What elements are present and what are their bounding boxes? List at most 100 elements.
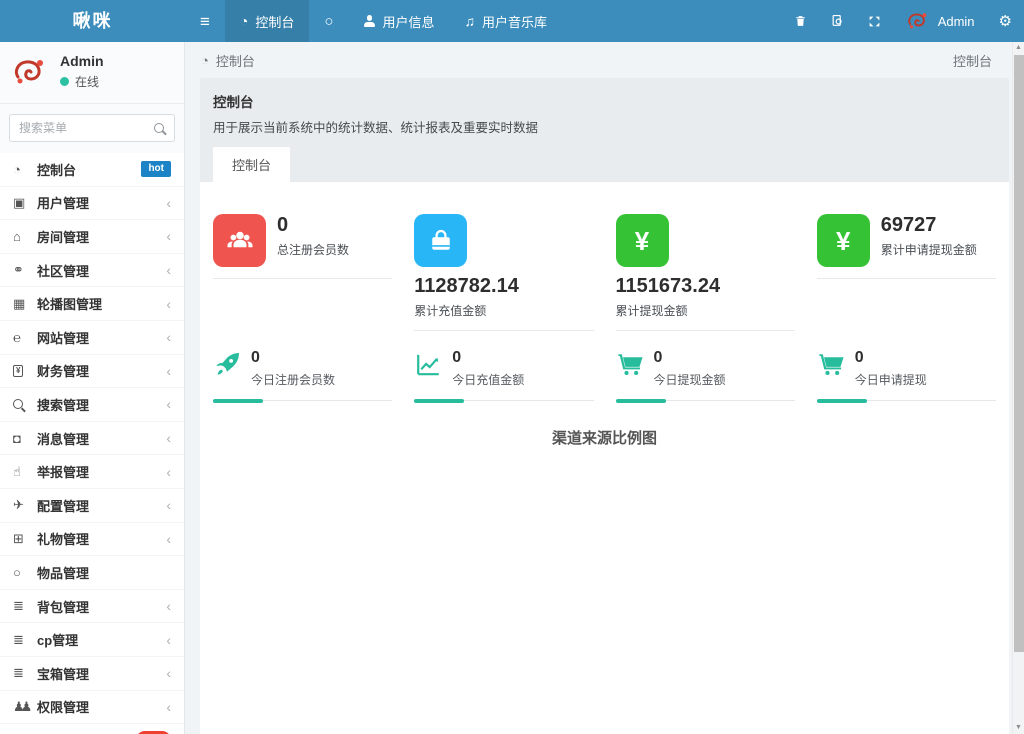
- chevron-icon: ‹: [166, 329, 171, 345]
- primary-stats-row: 0 总注册会员数: [213, 214, 996, 331]
- sidebar-item-dashboard[interactable]: ◔ 控制台 hot: [0, 153, 184, 187]
- top-navbar: 啾咪 ≡ ◔ 控制台 ○ 用户信息 ♫ 用户音乐库 Admin: [0, 0, 1024, 42]
- nav-circle-button[interactable]: ○: [309, 0, 348, 42]
- internet-icon: ℮: [13, 330, 37, 345]
- user-name: Admin: [938, 14, 975, 29]
- stat-value: 0: [277, 214, 349, 236]
- sidebar-item-config[interactable]: ✈ 配置管理 ‹: [0, 489, 184, 523]
- fullscreen-button[interactable]: [856, 15, 893, 28]
- stat-total-members: 0 总注册会员数: [213, 214, 392, 331]
- cart-icon: [817, 350, 846, 379]
- plane-icon: ✈: [13, 497, 37, 513]
- sidebar-item-cp[interactable]: ≣ cp管理 ‹: [0, 623, 184, 657]
- sidebar-item-backpack[interactable]: ≣ 背包管理 ‹: [0, 590, 184, 624]
- online-status: 在线: [60, 73, 104, 90]
- chevron-icon: ‹: [166, 296, 171, 312]
- users-icon: [213, 214, 266, 267]
- stat-label: 累计申请提现金额: [881, 241, 977, 258]
- nav-tab-user-music[interactable]: ♫ 用户音乐库: [449, 0, 562, 42]
- panel-body: 0 总注册会员数: [200, 182, 1009, 734]
- sidebar-item-website[interactable]: ℮ 网站管理 ‹: [0, 321, 184, 355]
- stat-total-withdraw-apply: ¥ 69727 累计申请提现金额: [817, 214, 996, 331]
- expand-icon: [868, 15, 881, 28]
- search-icon: [13, 399, 37, 409]
- stat-value: 1151673.24: [616, 275, 795, 297]
- tab-bar: 控制台: [213, 147, 996, 182]
- nav-tab-user-info[interactable]: 用户信息: [348, 0, 449, 42]
- sidebar-menu: ◔ 控制台 hot ▣ 用户管理 ‹ ⌂ 房间管理 ‹ ⚭ 社区管理 ‹ ▦ 轮…: [0, 153, 184, 734]
- progress-bar: [213, 398, 392, 401]
- chevron-icon: ‹: [166, 531, 171, 547]
- sidebar-item-users[interactable]: ▣ 用户管理 ‹: [0, 187, 184, 221]
- cache-button[interactable]: [819, 14, 856, 28]
- stat-label: 累计提现金额: [616, 302, 795, 319]
- sidebar-item-permissions[interactable]: ♟♟ 权限管理 ‹: [0, 691, 184, 725]
- sidebar-item-carousel[interactable]: ▦ 轮播图管理 ‹: [0, 287, 184, 321]
- nav-tab-dashboard[interactable]: ◔ 控制台: [225, 0, 309, 42]
- sidebar-item-reports[interactable]: ☝ 举报管理 ‹: [0, 455, 184, 489]
- sidebar-item-finance[interactable]: ¥ 财务管理 ‹: [0, 355, 184, 389]
- brand-logo[interactable]: 啾咪: [0, 0, 185, 42]
- stat-label: 今日注册会员数: [251, 371, 335, 388]
- hamburger-icon: ≡: [200, 13, 210, 30]
- divider: [817, 278, 996, 279]
- sidebar-item-community[interactable]: ⚭ 社区管理 ‹: [0, 254, 184, 288]
- sidebar-item-plugins[interactable]: ➤ 插件管理 new: [0, 724, 184, 734]
- line-chart-icon: [414, 350, 443, 379]
- settings-button[interactable]: ⚙: [987, 14, 1024, 29]
- trash-button[interactable]: [782, 14, 819, 28]
- message-icon: ◘: [13, 431, 37, 446]
- list-icon: ≣: [13, 632, 37, 648]
- yen-icon: ¥: [817, 214, 870, 267]
- user-menu[interactable]: Admin: [893, 10, 987, 32]
- trash-icon: [794, 14, 807, 28]
- chevron-icon: ‹: [166, 497, 171, 513]
- stat-label: 今日申请提现: [855, 371, 927, 388]
- secondary-stats-row: 0 今日注册会员数 0: [213, 350, 996, 401]
- stat-label: 今日提现金额: [654, 371, 726, 388]
- sidebar-toggle-button[interactable]: ≡: [185, 0, 225, 42]
- bank-icon: ⌂: [13, 229, 37, 244]
- scroll-down-arrow[interactable]: ▼: [1013, 722, 1024, 734]
- motorcycle-icon: ⚭: [13, 262, 37, 278]
- chart-area: [213, 448, 996, 734]
- sidebar-item-items[interactable]: ○ 物品管理: [0, 556, 184, 590]
- divider: [213, 278, 392, 279]
- chevron-icon: ‹: [166, 228, 171, 244]
- stat-value: 0: [251, 350, 335, 366]
- scroll-up-arrow[interactable]: ▲: [1013, 42, 1024, 54]
- cogs-icon: ⚙: [999, 14, 1012, 29]
- tab-dashboard[interactable]: 控制台: [213, 147, 290, 182]
- dashboard-icon: ◔: [201, 53, 209, 68]
- search-icon[interactable]: [154, 123, 164, 133]
- search-input[interactable]: [9, 114, 175, 142]
- chevron-icon: ‹: [166, 396, 171, 412]
- sidebar-user-name: Admin: [60, 53, 104, 69]
- music-icon: ♫: [464, 14, 475, 28]
- user-icon: [363, 15, 375, 27]
- sidebar-item-search[interactable]: 搜索管理 ‹: [0, 388, 184, 422]
- stat-label: 累计充值金额: [414, 302, 593, 319]
- chevron-icon: ‹: [166, 430, 171, 446]
- progress-bar: [414, 398, 593, 401]
- sidebar-item-treasure[interactable]: ≣ 宝箱管理 ‹: [0, 657, 184, 691]
- online-dot-icon: [60, 77, 69, 86]
- sidebar-item-messages[interactable]: ◘ 消息管理 ‹: [0, 422, 184, 456]
- stat-today-members: 0 今日注册会员数: [213, 350, 392, 401]
- sidebar-item-gifts[interactable]: ⊞ 礼物管理 ‹: [0, 523, 184, 557]
- scrollbar-thumb[interactable]: [1014, 55, 1024, 652]
- list-icon: ≣: [13, 598, 37, 614]
- chart-title: 渠道来源比例图: [213, 427, 996, 448]
- sidebar-item-rooms[interactable]: ⌂ 房间管理 ‹: [0, 220, 184, 254]
- chevron-icon: ‹: [166, 195, 171, 211]
- stat-value: 0: [452, 350, 524, 366]
- vertical-scrollbar[interactable]: ▲ ▼: [1012, 42, 1024, 734]
- breadcrumb-current[interactable]: ◔ 控制台: [201, 51, 255, 70]
- page-description: 用于展示当前系统中的统计数据、统计报表及重要实时数据: [213, 117, 996, 136]
- chevron-icon: ‹: [166, 363, 171, 379]
- chevron-icon: ‹: [166, 665, 171, 681]
- circle-icon: ○: [13, 565, 37, 580]
- stat-value: 1128782.14: [414, 275, 593, 297]
- chevron-icon: ‹: [166, 262, 171, 278]
- divider: [616, 330, 795, 331]
